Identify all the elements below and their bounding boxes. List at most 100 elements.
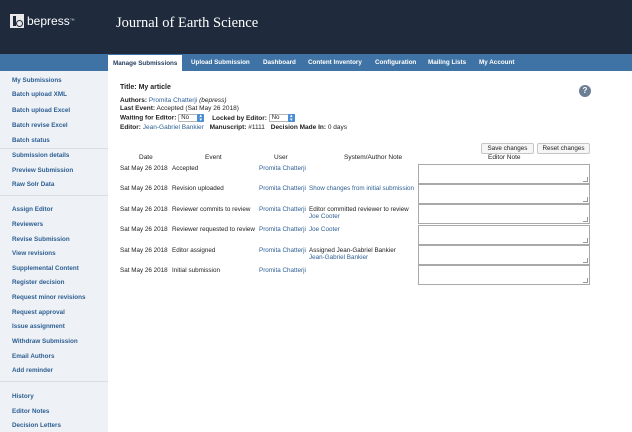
logo-text: bepress	[27, 14, 70, 28]
sidebar-item-email-authors[interactable]: Email Authors	[12, 353, 54, 360]
sidebar-item-decision-letters[interactable]: Decision Letters	[12, 422, 61, 429]
editor-note-textarea[interactable]	[418, 164, 590, 184]
editor-label: Editor:	[120, 124, 141, 131]
sidebar-item-revise-submission[interactable]: Revise Submission	[12, 236, 70, 243]
sidebar-item-batch-upload-excel[interactable]: Batch upload Excel	[12, 107, 70, 114]
sidebar-item-raw-solr-data[interactable]: Raw Solr Data	[12, 181, 54, 188]
editor-link[interactable]: Jean-Gabriel Bankier	[143, 124, 204, 131]
locked-select-value: No	[271, 115, 280, 121]
locked-label: Locked by Editor:	[212, 114, 267, 122]
editor-note-textarea[interactable]	[418, 265, 590, 285]
row-user-link[interactable]: Promita Chatterji	[259, 267, 306, 274]
sidebar-item-batch-status[interactable]: Batch status	[12, 137, 50, 144]
help-icon[interactable]: ?	[579, 85, 591, 97]
sidebar-item-issue-assignment[interactable]: Issue assignment	[12, 323, 65, 330]
editor-note-textarea[interactable]	[418, 225, 590, 245]
sidebar-divider	[0, 148, 108, 149]
last-event-label: Last Event:	[120, 105, 156, 112]
row-date: Sat May 26 2018	[120, 247, 168, 254]
column-header-date: Date	[139, 154, 153, 161]
row-user-link[interactable]: Promita Chatterji	[259, 247, 306, 254]
sidebar-item-batch-revise-excel[interactable]: Batch revise Excel	[12, 122, 68, 129]
article-title-row: Title: My article	[120, 84, 171, 91]
column-header-event: Event	[205, 154, 222, 161]
sidebar-item-add-reminder[interactable]: Add reminder	[12, 367, 53, 374]
sidebar-item-preview-submission[interactable]: Preview Submission	[12, 167, 73, 174]
editor-note-textarea[interactable]	[418, 204, 590, 224]
waiting-select[interactable]: No ▴ ▾	[178, 114, 205, 123]
sidebar-item-batch-upload-xml[interactable]: Batch upload XML	[12, 91, 67, 98]
waiting-select-value: No	[181, 115, 189, 121]
top-navigation: Manage Submissions Upload Submission Das…	[0, 54, 632, 71]
sidebar-item-my-submissions[interactable]: My Submissions	[12, 77, 62, 84]
row-date: Sat May 26 2018	[120, 267, 168, 274]
sidebar-item-register-decision[interactable]: Register decision	[12, 279, 65, 286]
reviewer-link[interactable]: Joe Cooter	[309, 213, 340, 220]
editor-note-textarea[interactable]	[418, 184, 590, 204]
editor-link[interactable]: Jean-Gabriel Bankier	[309, 254, 368, 261]
row-user-link[interactable]: Promita Chatterji	[259, 226, 306, 233]
row-event: Reviewer requested to review	[172, 226, 255, 233]
locked-select[interactable]: No ▴ ▾	[268, 114, 295, 123]
row-user-link[interactable]: Promita Chatterji	[259, 165, 306, 172]
sidebar-item-editor-notes[interactable]: Editor Notes	[12, 408, 49, 415]
row-user-link[interactable]: Promita Chatterji	[259, 185, 306, 192]
author-link[interactable]: Promita Chatterji	[149, 97, 197, 104]
title-label: Title:	[120, 84, 137, 91]
tab-dashboard[interactable]: Dashboard	[263, 54, 296, 71]
tab-upload-submission[interactable]: Upload Submission	[191, 54, 250, 71]
tab-content-inventory[interactable]: Content Inventory	[308, 54, 362, 71]
last-event-row: Last Event: Accepted (Sat May 26 2018)	[120, 105, 239, 112]
last-event-value: Accepted (Sat May 26 2018)	[156, 105, 239, 112]
author-affiliation: (bepress)	[199, 97, 227, 104]
sidebar: My Submissions Batch upload XML Batch up…	[0, 71, 108, 432]
row-system-note: Assigned Jean-Gabriel Bankier	[309, 247, 396, 254]
reviewer-link[interactable]: Joe Cooter	[309, 226, 340, 233]
editor-row: Editor: Jean-Gabriel Bankier Manuscript:…	[120, 124, 347, 131]
authors-label: Authors:	[120, 97, 148, 104]
row-date: Sat May 26 2018	[120, 226, 168, 233]
sidebar-item-view-revisions[interactable]: View revisions	[12, 250, 56, 257]
sidebar-item-assign-editor[interactable]: Assign Editor	[12, 206, 53, 213]
sidebar-item-request-minor-revisions[interactable]: Request minor revisions	[12, 294, 85, 301]
sidebar-item-submission-details[interactable]: Submission details	[12, 152, 69, 159]
sidebar-divider	[0, 195, 108, 196]
row-user-link[interactable]: Promita Chatterji	[259, 206, 306, 213]
tab-mailing-lists[interactable]: Mailing Lists	[428, 54, 466, 71]
save-changes-button[interactable]: Save changes	[481, 143, 534, 154]
row-event: Reviewer commits to review	[172, 206, 251, 213]
row-date: Sat May 26 2018	[120, 206, 168, 213]
show-changes-link[interactable]: Show changes from initial submission	[309, 185, 414, 192]
row-date: Sat May 26 2018	[120, 185, 168, 192]
bepress-logo-icon	[10, 14, 24, 28]
sidebar-item-withdraw-submission[interactable]: Withdraw Submission	[12, 338, 78, 345]
decision-value: 0 days	[327, 124, 347, 131]
authors-row: Authors: Promita Chatterji (bepress)	[120, 97, 227, 104]
column-header-editor-note: Editor Note	[488, 154, 521, 161]
tab-my-account[interactable]: My Account	[479, 54, 514, 71]
sidebar-divider	[0, 381, 108, 382]
waiting-label: Waiting for Editor:	[120, 114, 177, 122]
logo-trademark: ™	[69, 18, 75, 24]
manuscript-label: Manuscript:	[209, 124, 247, 131]
title-value: My article	[138, 84, 171, 91]
row-date: Sat May 26 2018	[120, 165, 168, 172]
tab-manage-submissions[interactable]: Manage Submissions	[108, 54, 183, 71]
decision-label: Decision Made In:	[270, 124, 327, 131]
journal-title: Journal of Earth Science	[116, 15, 259, 31]
main-content: Title: My article Authors: Promita Chatt…	[108, 71, 632, 432]
sidebar-item-request-approval[interactable]: Request approval	[12, 309, 65, 316]
sidebar-item-reviewers[interactable]: Reviewers	[12, 221, 43, 228]
bepress-logo[interactable]: bepress ™	[10, 14, 75, 28]
sidebar-item-history[interactable]: History	[12, 393, 34, 400]
reset-changes-button[interactable]: Reset changes	[537, 143, 590, 154]
row-system-note: Editor committed reviewer to review	[309, 206, 409, 213]
sidebar-item-supplemental-content[interactable]: Supplemental Content	[12, 265, 79, 272]
status-row: Waiting for Editor: No ▴ ▾ Locked by Edit…	[120, 114, 295, 123]
row-event: Accepted	[172, 165, 199, 172]
manuscript-value: #1111	[248, 124, 265, 131]
editor-note-textarea[interactable]	[418, 245, 590, 265]
select-arrows-icon: ▴ ▾	[197, 114, 205, 123]
row-event: Editor assigned	[172, 247, 216, 254]
tab-configuration[interactable]: Configuration	[375, 54, 416, 71]
